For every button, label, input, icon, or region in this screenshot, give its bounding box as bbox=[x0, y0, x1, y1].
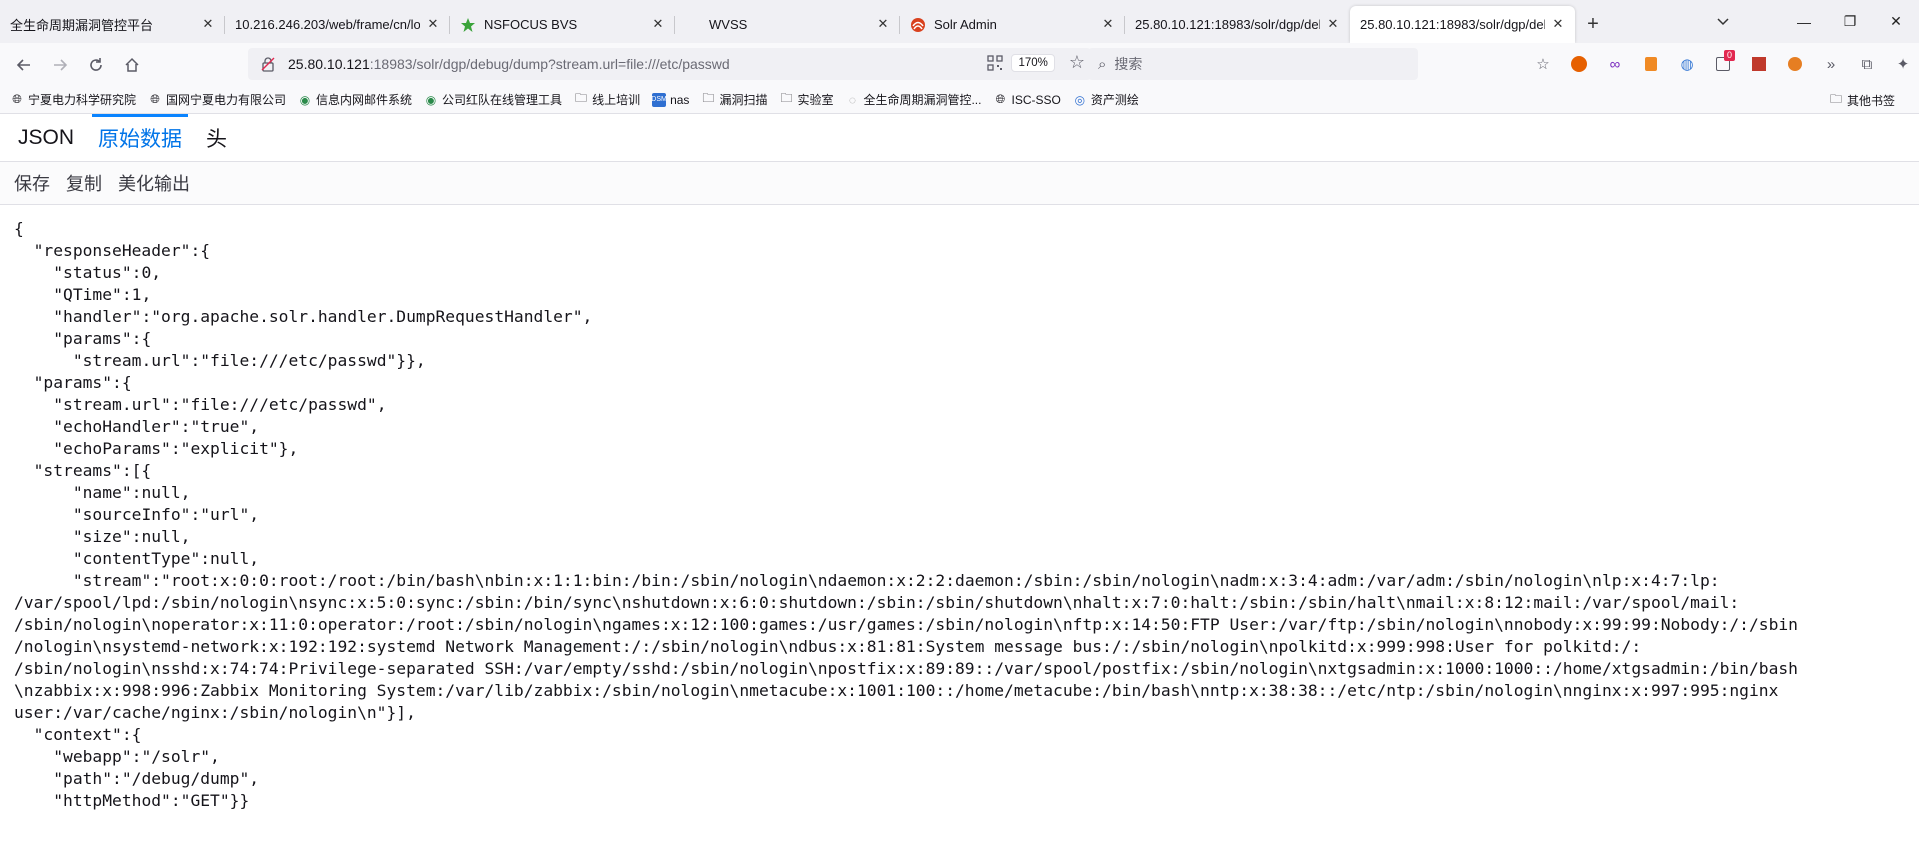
raw-response-text: { "responseHeader":{ "status":0, "QTime"… bbox=[14, 219, 1798, 810]
qr-code-icon[interactable] bbox=[987, 54, 1004, 71]
back-button[interactable] bbox=[6, 49, 42, 81]
copy-button[interactable]: 复制 bbox=[58, 170, 110, 196]
extension-palette-icon[interactable] bbox=[1777, 48, 1813, 80]
folder-icon: 🗀 bbox=[1829, 92, 1842, 106]
bookmark-item[interactable]: ◌ 全生命周期漏洞管控... bbox=[845, 91, 982, 108]
minimize-icon[interactable]: — bbox=[1781, 0, 1827, 43]
zoom-level-badge[interactable]: 170% bbox=[1011, 53, 1055, 72]
address-bar[interactable]: 25.80.10.121:18983/solr/dgp/debug/dump?s… bbox=[248, 48, 1091, 80]
bookmark-item[interactable]: 🌐︎ 国网宁夏电力有限公司 bbox=[148, 91, 286, 108]
toolbar-extensions: ☆ ∞ ◍ 0 » ⧉ ✦ bbox=[1525, 48, 1919, 80]
loading-icon: ◌ bbox=[848, 92, 857, 107]
extension-notification-icon[interactable]: 0 bbox=[1705, 48, 1741, 80]
browser-tab-active[interactable]: 25.80.10.121:18983/solr/dgp/deb ✕ bbox=[1350, 6, 1575, 43]
insecure-lock-icon[interactable] bbox=[260, 56, 276, 72]
home-icon bbox=[125, 57, 139, 72]
window-controls: — ❐ ✕ bbox=[1781, 0, 1919, 43]
arrow-left-icon bbox=[16, 58, 30, 71]
close-icon[interactable]: ✕ bbox=[1326, 17, 1340, 31]
close-window-icon[interactable]: ✕ bbox=[1873, 0, 1919, 43]
bookmark-item[interactable]: 🌐︎ ISC-SSO bbox=[993, 92, 1061, 107]
folder-icon: 🗀 bbox=[702, 91, 715, 105]
tab-json[interactable]: JSON bbox=[6, 114, 86, 161]
search-input[interactable]: ⌕ 搜索 bbox=[1088, 48, 1418, 80]
browser-tab[interactable]: NSFOCUS BVS ✕ bbox=[450, 6, 675, 43]
reload-icon bbox=[90, 57, 102, 71]
extension-red-square-icon[interactable] bbox=[1741, 48, 1777, 80]
extension-fox-icon[interactable] bbox=[1561, 48, 1597, 80]
bookmark-item[interactable]: ◉ 公司红队在线管理工具 bbox=[424, 91, 562, 108]
notification-badge: 0 bbox=[1724, 50, 1735, 61]
bookmark-manager-icon[interactable]: ☆ bbox=[1525, 48, 1561, 80]
bookmarks-bar: 🌐︎ 宁夏电力科学研究院 🌐︎ 国网宁夏电力有限公司 ◉ 信息内网邮件系统 ◉ 公司红队… bbox=[0, 86, 1919, 114]
json-viewer-tabs: JSON 原始数据 头 bbox=[0, 114, 1919, 162]
blank-favicon bbox=[685, 17, 701, 33]
save-button[interactable]: 保存 bbox=[6, 170, 58, 196]
arrow-right-icon bbox=[54, 58, 68, 71]
tab-title: 25.80.10.121:18983/solr/dgp/deb bbox=[1360, 17, 1545, 32]
tab-title: 10.216.246.203/web/frame/cn/lo bbox=[235, 17, 420, 32]
tab-title: 全生命周期漏洞管控平台 bbox=[10, 18, 154, 33]
browser-tab[interactable]: 10.216.246.203/web/frame/cn/lo ✕ bbox=[225, 6, 450, 43]
close-icon[interactable]: ✕ bbox=[651, 17, 665, 31]
url-host: 25.80.10.121 bbox=[288, 56, 370, 72]
mail-icon: ◉ bbox=[299, 92, 311, 107]
folder-icon: 🗀 bbox=[780, 91, 793, 105]
other-bookmarks[interactable]: 🗀 其他书签 bbox=[1829, 92, 1895, 109]
solr-icon bbox=[910, 17, 926, 33]
globe-icon: 🌐︎ bbox=[995, 92, 1006, 106]
tab-title: WVSS bbox=[709, 17, 748, 32]
bookmark-item[interactable]: ◎ 资产测绘 bbox=[1073, 91, 1139, 108]
navigation-bar: 25.80.10.121:18983/solr/dgp/debug/dump?s… bbox=[0, 43, 1919, 86]
close-icon[interactable]: ✕ bbox=[426, 17, 440, 31]
bookmark-item[interactable]: ◉ 信息内网邮件系统 bbox=[298, 91, 412, 108]
url-path: :18983/solr/dgp/debug/dump?stream.url=fi… bbox=[369, 56, 730, 72]
tab-raw-data[interactable]: 原始数据 bbox=[86, 114, 194, 161]
overflow-chevron-icon[interactable]: » bbox=[1813, 48, 1849, 80]
tab-title: Solr Admin bbox=[934, 17, 997, 32]
target-icon: ◎ bbox=[1074, 92, 1086, 107]
extension-orange-icon[interactable] bbox=[1633, 48, 1669, 80]
tab-strip: 全生命周期漏洞管控平台 ✕ 10.216.246.203/web/frame/c… bbox=[0, 0, 1919, 43]
home-button[interactable] bbox=[114, 49, 150, 81]
json-viewer-toolbar: 保存 复制 美化输出 bbox=[0, 162, 1919, 205]
bookmark-folder[interactable]: 🗀 线上培训 bbox=[574, 91, 640, 108]
pretty-print-button[interactable]: 美化输出 bbox=[110, 170, 198, 196]
globe-icon: 🌐︎ bbox=[150, 92, 160, 106]
extension-link-icon[interactable]: ∞ bbox=[1597, 48, 1633, 80]
tab-headers[interactable]: 头 bbox=[194, 114, 239, 161]
bookmark-folder[interactable]: 🗀 漏洞扫描 bbox=[701, 91, 767, 108]
chevron-down-icon[interactable] bbox=[1705, 0, 1741, 43]
browser-tab[interactable]: 25.80.10.121:18983/solr/dgp/deb ✕ bbox=[1125, 6, 1350, 43]
dsm-icon: DSM bbox=[651, 92, 667, 107]
close-icon[interactable]: ✕ bbox=[1101, 17, 1115, 31]
bookmark-item[interactable]: 🌐︎ 宁夏电力科学研究院 bbox=[10, 91, 136, 108]
tab-title: NSFOCUS BVS bbox=[484, 17, 578, 32]
browser-tab[interactable]: Solr Admin ✕ bbox=[900, 6, 1125, 43]
extensions-puzzle-icon[interactable]: ⧉ bbox=[1849, 48, 1885, 80]
star-icon[interactable]: ☆ bbox=[1069, 52, 1085, 73]
search-icon: ⌕ bbox=[1098, 55, 1107, 73]
bookmark-folder[interactable]: 🗀 实验室 bbox=[779, 91, 833, 108]
app-menu-icon[interactable]: ✦ bbox=[1885, 48, 1919, 80]
search-placeholder: 搜索 bbox=[1114, 56, 1143, 72]
url-text[interactable]: 25.80.10.121:18983/solr/dgp/debug/dump?s… bbox=[288, 56, 730, 72]
browser-tab[interactable]: WVSS ✕ bbox=[675, 6, 900, 43]
folder-icon: 🗀 bbox=[575, 91, 588, 105]
nsfocus-star-icon bbox=[460, 17, 476, 33]
reload-button[interactable] bbox=[78, 49, 114, 81]
new-tab-button[interactable]: + bbox=[1575, 6, 1611, 43]
tool-icon: ◉ bbox=[425, 92, 437, 107]
extension-globe-icon[interactable]: ◍ bbox=[1669, 48, 1705, 80]
close-icon[interactable]: ✕ bbox=[1551, 17, 1565, 31]
bookmark-item[interactable]: DSM nas bbox=[651, 92, 689, 107]
browser-tab[interactable]: 全生命周期漏洞管控平台 ✕ bbox=[0, 6, 225, 43]
tab-title: 25.80.10.121:18983/solr/dgp/deb bbox=[1135, 17, 1320, 32]
restore-icon[interactable]: ❐ bbox=[1827, 0, 1873, 43]
close-icon[interactable]: ✕ bbox=[201, 17, 215, 31]
close-icon[interactable]: ✕ bbox=[876, 17, 890, 31]
globe-icon: 🌐︎ bbox=[12, 92, 22, 106]
forward-button[interactable] bbox=[42, 49, 78, 81]
